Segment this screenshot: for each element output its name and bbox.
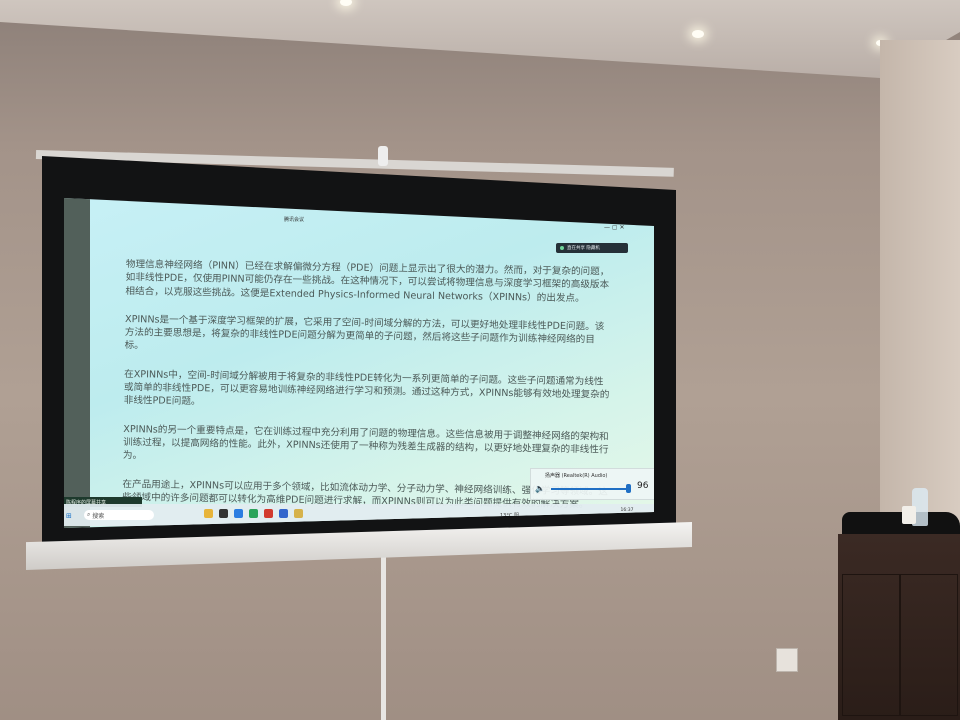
paragraph: XPINNs的另一个重要特点是，它在训练过程中充分利用了问题的物理信息。这些信息…	[122, 423, 609, 462]
zhihu-icon[interactable]	[219, 509, 228, 518]
paragraph: XPINNs是一个基于深度学习框架的扩展，它采用了空间-时间域分解的方法，可以更…	[124, 313, 605, 352]
volume-value: 96	[637, 481, 649, 491]
volume-popup[interactable]: 扬声器 (Realtek(R) Audio) 🔈 96	[530, 468, 654, 500]
display-left-edge	[64, 198, 90, 528]
tripod-pole	[381, 548, 386, 720]
taskbar-search[interactable]: ⌕ 搜索	[84, 510, 154, 520]
file-explorer-icon[interactable]	[204, 509, 213, 518]
folder-icon[interactable]	[294, 509, 303, 518]
taskbar-apps	[204, 509, 303, 518]
wall-socket	[776, 648, 798, 672]
search-placeholder: 搜索	[92, 512, 105, 520]
browser-icon[interactable]	[249, 509, 258, 518]
check-app-icon[interactable]	[234, 509, 243, 518]
wooden-cabinet	[838, 534, 960, 720]
windows-start-icon[interactable]: ⊞	[66, 512, 72, 520]
mail-icon[interactable]	[279, 509, 288, 518]
window-title: 腾讯会议	[284, 217, 305, 223]
audio-device-label: 扬声器 (Realtek(R) Audio)	[545, 473, 608, 479]
paragraph: 物理信息神经网络（PINN）已经在求解偏微分方程（PDE）问题上显示出了很大的潜…	[125, 258, 610, 304]
live-share-button[interactable]: 直在共享 隐藏机	[556, 243, 628, 253]
volume-slider[interactable]	[551, 488, 627, 490]
projected-display: 腾讯会议 — ▢ ✕ 直在共享 隐藏机 物理信息神经网络（PINN）已经在求解偏…	[64, 198, 654, 528]
paragraph: 在XPINNs中，空间-时间域分解被用于将复杂的非线性PDE转化为一系列更简单的…	[123, 368, 610, 408]
window-controls[interactable]: — ▢ ✕	[604, 224, 625, 231]
live-share-label: 直在共享 隐藏机	[567, 246, 600, 251]
speaker-icon[interactable]: 🔈	[535, 484, 545, 493]
ceiling	[0, 0, 960, 78]
screen-hook	[378, 146, 388, 166]
live-indicator-icon	[560, 246, 564, 250]
paper-cup	[902, 506, 916, 524]
wps-icon[interactable]	[264, 509, 273, 518]
volume-slider-handle[interactable]	[626, 484, 631, 493]
ceiling-light	[692, 30, 704, 38]
